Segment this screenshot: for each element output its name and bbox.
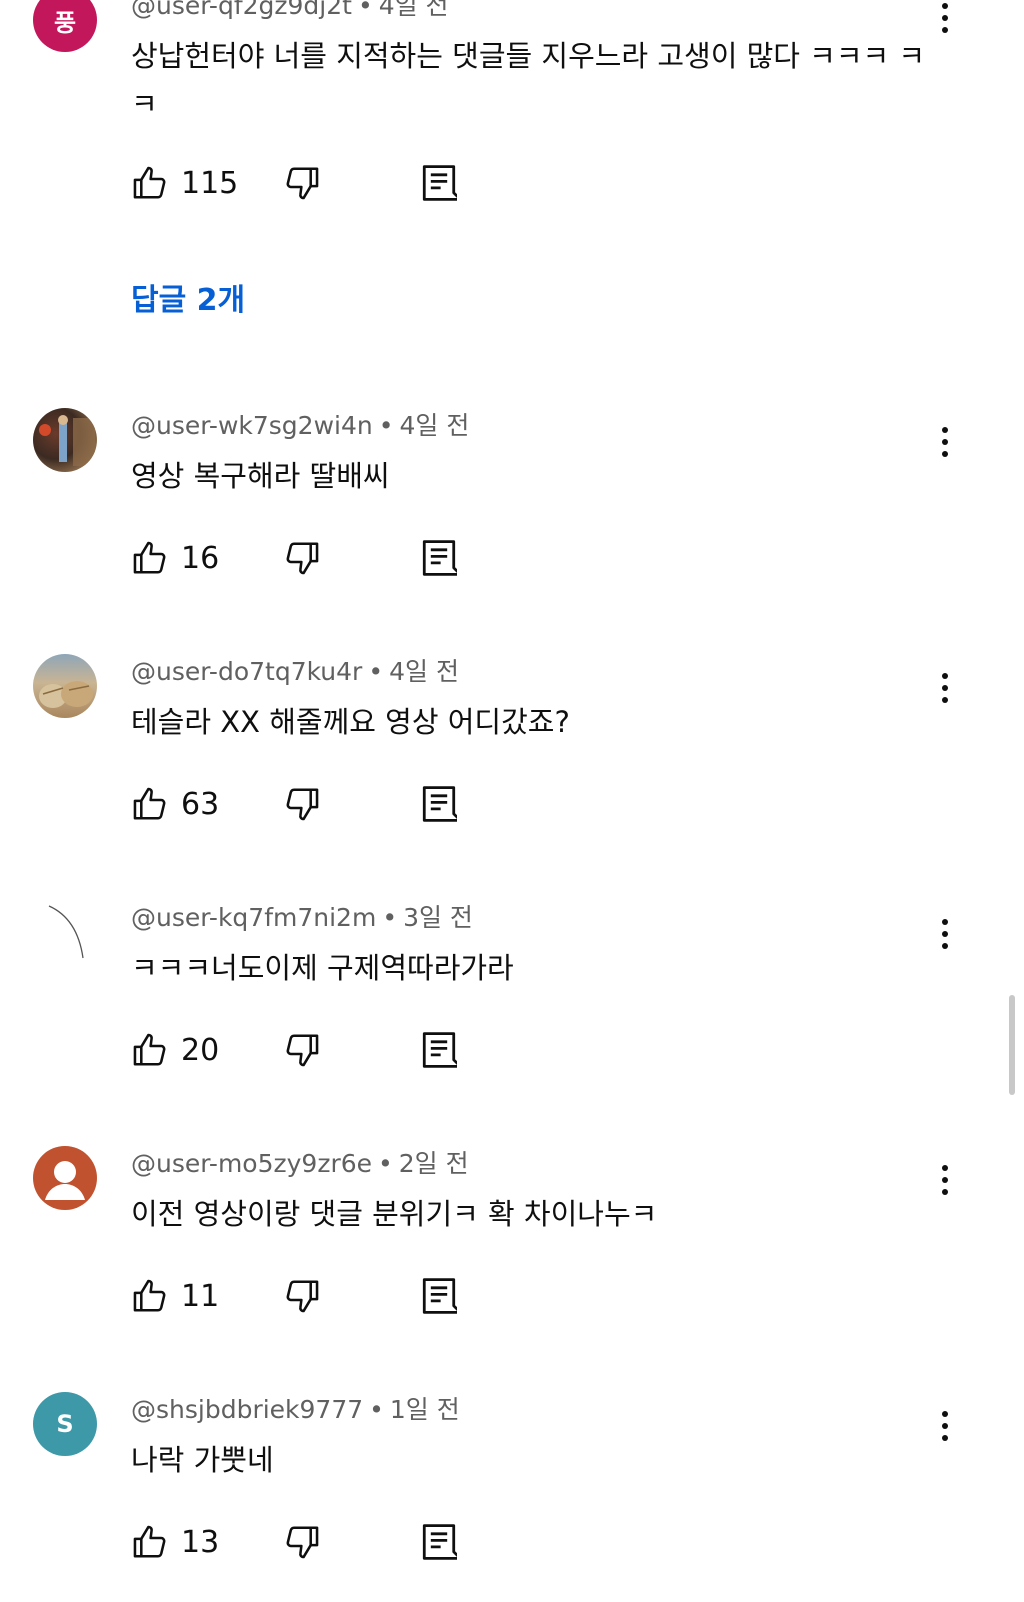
comment-meta: @user-qf2gz9dj2t • 4일 전 [131, 0, 449, 22]
comment-time: 2일 전 [398, 1149, 469, 1178]
comment-time: 4일 전 [389, 657, 459, 686]
avatar[interactable] [33, 408, 97, 472]
thumbs-up-icon [133, 541, 166, 574]
comment-username[interactable]: @shsjbdbriek9777 [131, 1395, 363, 1424]
like-button[interactable]: 13 [131, 1518, 219, 1566]
comment-username[interactable]: @user-mo5zy9zr6e [131, 1149, 372, 1178]
scrollbar[interactable] [1009, 995, 1015, 1095]
avatar-image [39, 415, 95, 466]
like-button[interactable]: 16 [131, 534, 219, 582]
comment-time: 4일 전 [399, 411, 470, 440]
view-replies-link[interactable]: 답글 2개 [131, 275, 245, 319]
comment-actions: 13 [0, 1518, 600, 1566]
thumbs-up-icon [133, 1033, 166, 1066]
like-button[interactable]: 11 [131, 1272, 219, 1320]
reply-button[interactable] [421, 534, 457, 582]
thumbs-up-icon [133, 166, 166, 199]
like-button[interactable]: 63 [131, 780, 219, 828]
reply-button[interactable] [421, 1518, 457, 1566]
dislike-button[interactable] [283, 534, 321, 582]
more-options-icon[interactable] [925, 910, 965, 958]
comment-time: 4일 전 [378, 0, 449, 20]
comment-text: 이전 영상이랑 댓글 분위기ㅋ 확 차이나누ㅋ [131, 1197, 658, 1231]
thumbs-up-icon [133, 787, 166, 820]
reply-icon [422, 1278, 457, 1314]
more-options-icon[interactable] [925, 418, 965, 466]
reply-button[interactable] [421, 780, 457, 828]
comment-text: 나락 가뿟네 [131, 1443, 274, 1477]
comment-time: 1일 전 [389, 1395, 460, 1424]
dislike-button[interactable] [283, 1026, 321, 1074]
like-count: 11 [181, 1278, 220, 1314]
thumbs-down-icon [286, 1280, 319, 1313]
thumbs-down-icon [286, 542, 319, 575]
thumbs-down-icon [286, 1526, 319, 1559]
avatar[interactable] [33, 654, 97, 718]
thumbs-up-icon [133, 1525, 166, 1558]
more-options-icon[interactable] [925, 1402, 965, 1450]
thumbs-down-icon [286, 788, 319, 821]
dislike-button[interactable] [283, 1518, 321, 1566]
comment-meta: @user-wk7sg2wi4n • 4일 전 [131, 411, 470, 440]
avatar[interactable]: 풍 [33, 0, 97, 52]
more-options-icon[interactable] [925, 664, 965, 712]
like-count: 16 [181, 540, 220, 576]
like-count: 20 [181, 1032, 220, 1068]
comment-text: 상납헌터야 너를 지적하는 댓글들 지우느라 고생이 많다 ㅋㅋㅋ ㅋㅋ [131, 39, 926, 121]
like-count: 13 [181, 1524, 220, 1560]
reply-icon [422, 540, 457, 576]
default-user-icon [45, 1161, 85, 1200]
avatar-letter: 풍 [53, 8, 77, 37]
avatar[interactable] [33, 900, 97, 964]
avatar-image [39, 681, 93, 708]
comment-actions: 16 [0, 534, 600, 582]
comment-text: 영상 복구해라 딸배씨 [131, 459, 390, 493]
avatar-letter: S [56, 1410, 74, 1438]
comment-meta: @shsjbdbriek9777 • 1일 전 [131, 1395, 460, 1424]
comment-text: ㅋㅋㅋ너도이제 구제역따라가라 [131, 951, 514, 985]
comment-username[interactable]: @user-wk7sg2wi4n [131, 411, 373, 440]
reply-icon [422, 1524, 457, 1560]
thumbs-up-icon [133, 1279, 166, 1312]
comment-time: 3일 전 [403, 903, 473, 932]
comment-meta: @user-mo5zy9zr6e • 2일 전 [131, 1149, 469, 1178]
comment-username[interactable]: @user-kq7fm7ni2m [131, 903, 376, 932]
comment-actions: 20 [0, 1026, 600, 1074]
avatar[interactable] [33, 1146, 97, 1210]
avatar-image [48, 905, 84, 959]
reply-icon [422, 786, 457, 822]
more-options-icon[interactable] [925, 1156, 965, 1204]
more-options-icon[interactable] [925, 0, 965, 42]
dislike-button[interactable] [283, 159, 321, 207]
reply-button[interactable] [421, 159, 457, 207]
dislike-button[interactable] [283, 780, 321, 828]
comment-text: 테슬라 XX 해줄께요 영상 어디갔죠? [131, 705, 570, 739]
like-button[interactable]: 20 [131, 1026, 219, 1074]
reply-icon [422, 165, 457, 201]
comment-actions: 63 [0, 780, 600, 828]
dislike-button[interactable] [283, 1272, 321, 1320]
reply-button[interactable] [421, 1026, 457, 1074]
comment-username[interactable]: @user-qf2gz9dj2t [131, 0, 352, 20]
like-count: 115 [181, 165, 239, 201]
thumbs-down-icon [286, 1034, 319, 1067]
reply-icon [422, 1032, 457, 1068]
avatar[interactable]: S [33, 1392, 97, 1456]
comment-actions: 115 [0, 159, 600, 207]
comment-meta: @user-do7tq7ku4r • 4일 전 [131, 657, 459, 686]
comment-actions: 11 [0, 1272, 600, 1320]
comment-meta: @user-kq7fm7ni2m • 3일 전 [131, 903, 473, 932]
like-button[interactable]: 115 [131, 159, 238, 207]
comment-username[interactable]: @user-do7tq7ku4r [131, 657, 362, 686]
reply-button[interactable] [421, 1272, 457, 1320]
thumbs-down-icon [286, 167, 319, 200]
like-count: 63 [181, 786, 220, 822]
